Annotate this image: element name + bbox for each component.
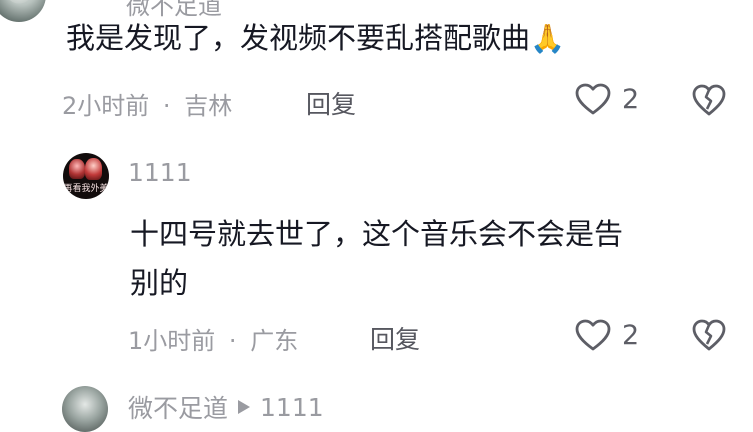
meta-separator: ·	[228, 327, 237, 355]
comment-text-line-2: 别的	[130, 266, 189, 300]
comment-text-line-1: 十四号就去世了，这个音乐会不会是告	[130, 217, 624, 251]
comment-time: 2小时前	[62, 92, 150, 120]
heart-outline-icon	[575, 319, 611, 351]
like-button[interactable]: 2	[574, 318, 639, 352]
avatar-caption: 再看我外美	[63, 184, 109, 194]
like-count: 2	[622, 319, 640, 351]
broken-heart-icon[interactable]	[691, 83, 727, 117]
comment-meta: 2小时前 · 吉林	[62, 86, 232, 121]
reply-button[interactable]: 回复	[370, 320, 420, 356]
heart-outline-icon	[575, 83, 611, 115]
like-button[interactable]: 2	[574, 82, 639, 116]
reply-header: 微不足道 1111	[128, 389, 324, 425]
reply-button[interactable]: 回复	[306, 85, 356, 121]
play-triangle-icon	[238, 400, 251, 414]
comment-time: 1小时前	[128, 327, 216, 355]
reply-to-username[interactable]: 1111	[260, 393, 324, 422]
comment-text-content: 我是发现了，发视频不要乱搭配歌曲	[66, 21, 531, 55]
comment-meta: 1小时前 · 广东	[128, 321, 298, 356]
like-count: 2	[622, 83, 640, 115]
avatar[interactable]	[62, 386, 108, 432]
avatar[interactable]	[0, 0, 46, 22]
comment-location: 广东	[250, 327, 299, 355]
avatar[interactable]: 再看我外美	[63, 153, 109, 199]
comment-username[interactable]: 微不足道	[128, 389, 228, 425]
broken-heart-icon[interactable]	[691, 318, 727, 352]
comment-location: 吉林	[184, 92, 233, 120]
comment-text: 我是发现了，发视频不要乱搭配歌曲🙏	[66, 14, 565, 63]
praying-hands-emoji: 🙏	[530, 22, 565, 55]
comment-username[interactable]: 1111	[128, 158, 192, 187]
meta-separator: ·	[162, 92, 171, 120]
